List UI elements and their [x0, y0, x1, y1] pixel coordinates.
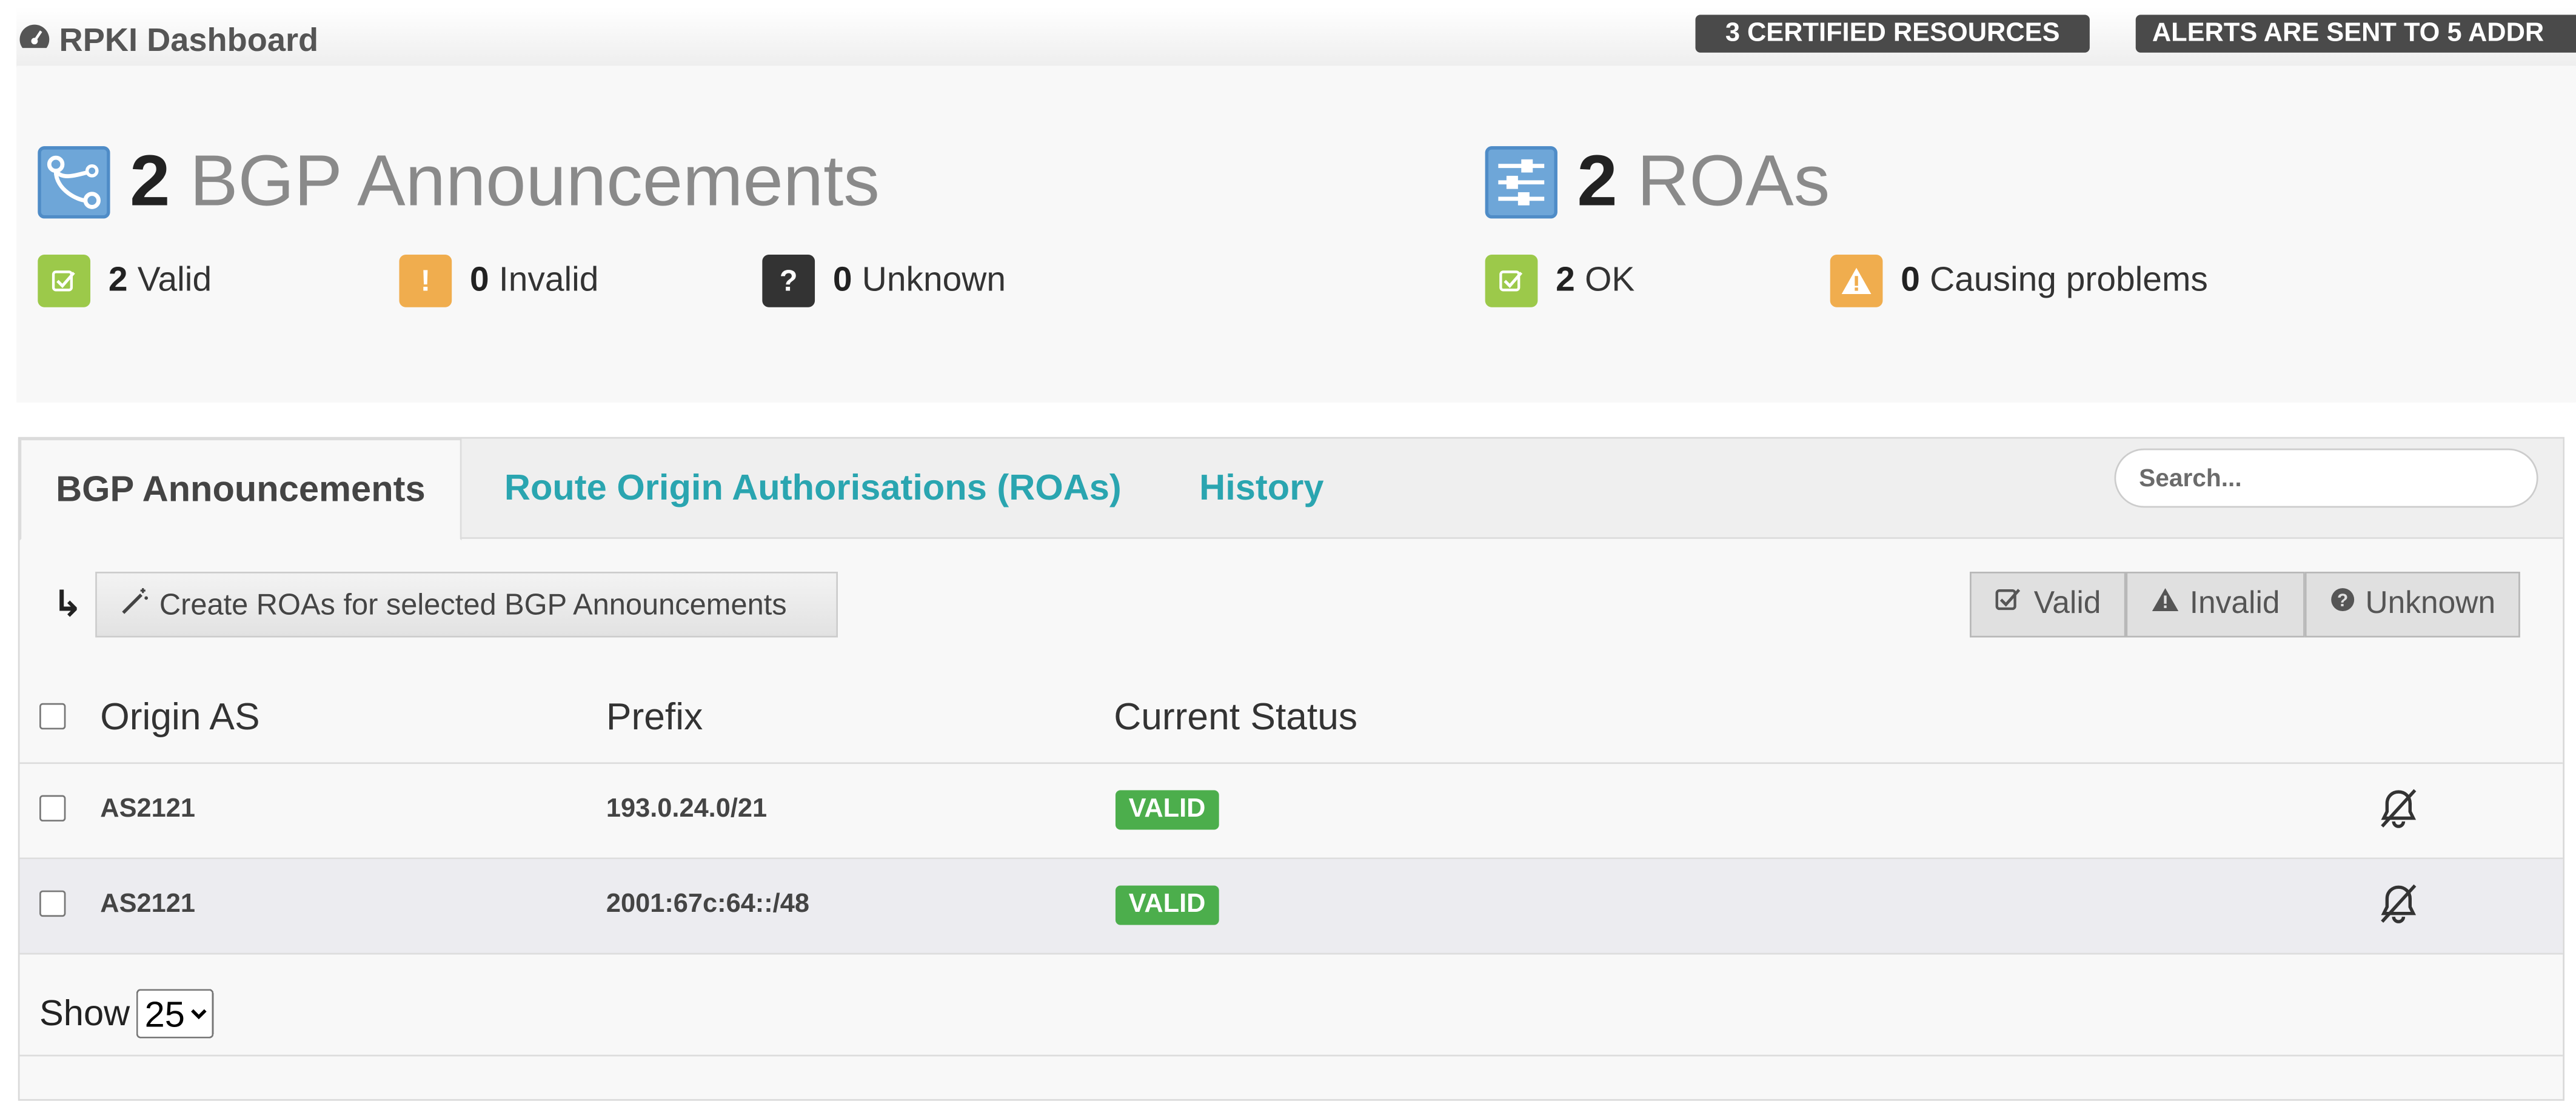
summary-section: 2 BGP Announcements 2 Valid ! 0 Invalid … — [16, 65, 2576, 403]
roa-count: 2 — [1577, 141, 1618, 222]
magic-wand-icon — [120, 586, 150, 623]
roa-ok-label: OK — [1585, 261, 1635, 300]
filter-unknown-label: Unknown — [2365, 586, 2496, 621]
check-square-icon — [1485, 255, 1538, 307]
announcements-panel: BGP Announcements Route Origin Authorisa… — [18, 437, 2564, 1101]
bell-slash-icon[interactable] — [2375, 880, 2421, 934]
select-all-checkbox[interactable] — [39, 703, 66, 730]
certified-resources-badge[interactable]: 3 CERTIFIED RESOURCES — [1695, 15, 2090, 53]
filter-invalid-label: Invalid — [2189, 586, 2280, 621]
tab-history[interactable]: History — [1199, 439, 1323, 538]
row-checkbox[interactable] — [39, 890, 66, 917]
show-label: Show — [39, 992, 130, 1034]
page-title-text: RPKI Dashboard — [59, 22, 319, 59]
alerts-badge[interactable]: ALERTS ARE SENT TO 5 ADDR — [2135, 15, 2576, 53]
column-header-prefix[interactable]: Prefix — [606, 695, 703, 739]
sort-arrow-icon[interactable]: ↳ — [53, 583, 83, 626]
check-square-icon — [1995, 586, 2024, 623]
filter-invalid-button[interactable]: Invalid — [2126, 572, 2305, 638]
search-input[interactable] — [2114, 448, 2538, 508]
table-row: AS2121 2001:67c:64::/48 VALID — [19, 859, 2563, 955]
column-header-origin-as[interactable]: Origin AS — [100, 695, 259, 739]
status-filter-group: Valid Invalid ? Unknown — [1970, 572, 2520, 638]
bgp-count: 2 — [130, 141, 170, 222]
bgp-label: BGP Announcements — [189, 141, 880, 222]
roa-problem-label: Causing problems — [1930, 261, 2208, 300]
status-badge: VALID — [1115, 790, 1219, 830]
svg-text:?: ? — [2337, 591, 2347, 611]
origin-as-cell: AS2121 — [100, 890, 196, 919]
divider — [19, 1054, 2563, 1057]
roa-problem-count: 0 — [1901, 261, 1920, 300]
sliders-icon — [1485, 146, 1557, 219]
bgp-invalid-label: Invalid — [498, 261, 599, 300]
prefix-cell: 193.0.24.0/21 — [606, 795, 768, 823]
bgp-valid-count: 2 — [108, 261, 128, 300]
tab-roas[interactable]: Route Origin Authorisations (ROAs) — [504, 439, 1122, 538]
prefix-cell: 2001:67c:64::/48 — [606, 890, 809, 919]
filter-valid-button[interactable]: Valid — [1970, 572, 2126, 638]
question-circle-icon: ? — [2329, 586, 2355, 623]
bgp-unknown-count: 0 — [832, 261, 852, 300]
bgp-valid-stat: 2 Valid — [38, 255, 212, 307]
create-roas-label: Create ROAs for selected BGP Announcemen… — [159, 587, 787, 620]
header-bar: RPKI Dashboard 3 CERTIFIED RESOURCES ALE… — [16, 6, 2576, 68]
page-title: RPKI Dashboard — [16, 21, 318, 61]
bgp-invalid-stat: ! 0 Invalid — [399, 255, 598, 307]
bell-slash-icon[interactable] — [2375, 785, 2421, 839]
roa-ok-stat: 2 OK — [1485, 255, 1635, 307]
bgp-unknown-stat: ? 0 Unknown — [762, 255, 1006, 307]
page-size-select[interactable]: 25 — [136, 989, 214, 1039]
question-icon: ? — [762, 255, 815, 307]
table-header: Origin AS Prefix Current Status — [19, 669, 2563, 765]
exclamation-icon: ! — [399, 255, 452, 307]
column-header-status[interactable]: Current Status — [1114, 695, 1357, 739]
origin-as-cell: AS2121 — [100, 795, 196, 823]
roa-label: ROAs — [1637, 141, 1830, 222]
tab-bgp-announcements[interactable]: BGP Announcements — [19, 438, 462, 541]
create-roas-button[interactable]: Create ROAs for selected BGP Announcemen… — [95, 572, 838, 638]
roas-summary: 2 ROAs — [1485, 139, 1830, 225]
filter-unknown-button[interactable]: ? Unknown — [2304, 572, 2520, 638]
filter-valid-label: Valid — [2033, 586, 2101, 621]
page-size-control: Show 25 — [39, 989, 214, 1039]
warning-triangle-icon — [2150, 586, 2180, 623]
row-checkbox[interactable] — [39, 795, 66, 822]
announcements-table: Origin AS Prefix Current Status AS2121 1… — [19, 669, 2563, 955]
route-branch-icon — [38, 146, 110, 219]
rpki-dashboard-page: RPKI Dashboard 3 CERTIFIED RESOURCES ALE… — [0, 0, 2576, 1101]
status-badge: VALID — [1115, 885, 1219, 925]
warning-triangle-icon — [1830, 255, 1883, 307]
bgp-unknown-label: Unknown — [861, 261, 1006, 300]
bgp-announcements-summary: 2 BGP Announcements — [38, 139, 880, 225]
roa-ok-count: 2 — [1556, 261, 1575, 300]
table-row: AS2121 193.0.24.0/21 VALID — [19, 764, 2563, 860]
bgp-valid-label: Valid — [137, 261, 212, 300]
check-square-icon — [38, 255, 91, 307]
dashboard-gauge-icon — [16, 21, 53, 61]
roa-problem-stat: 0 Causing problems — [1830, 255, 2208, 307]
bgp-invalid-count: 0 — [470, 261, 489, 300]
tab-bar: BGP Announcements Route Origin Authorisa… — [19, 438, 2563, 541]
